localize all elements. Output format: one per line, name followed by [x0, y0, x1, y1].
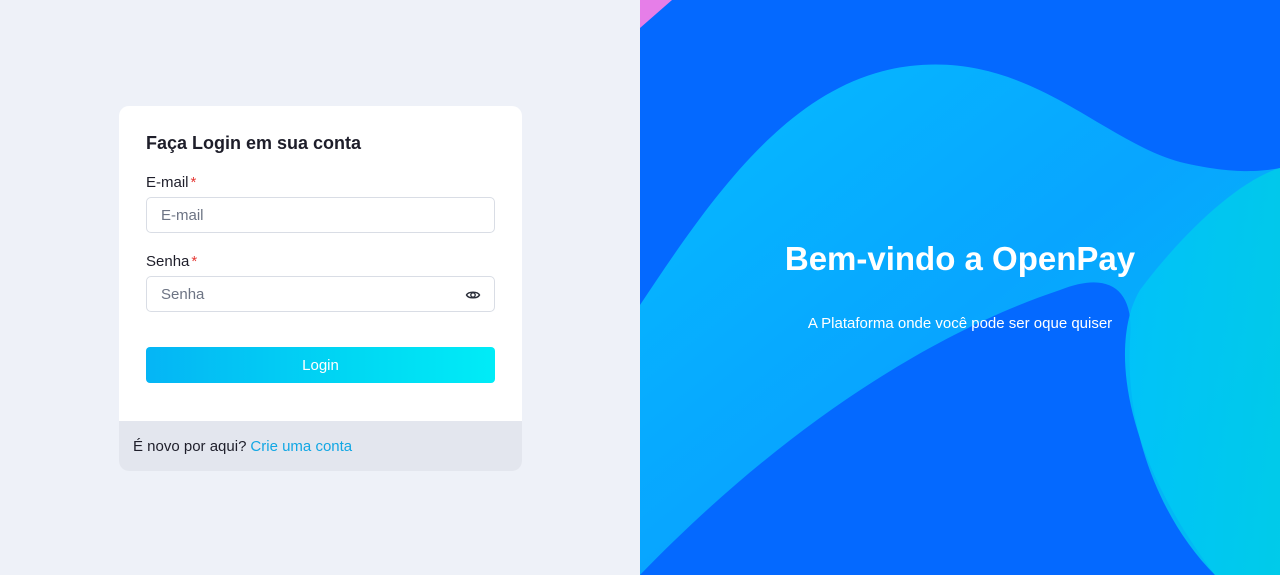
password-label-text: Senha [146, 253, 190, 270]
hero-subtitle: A Plataforma onde você pode ser oque qui… [807, 315, 1113, 332]
email-label: E-mail * [146, 174, 495, 191]
hero-title: Bem-vindo a OpenPay [784, 240, 1136, 277]
login-title: Faça Login em sua conta [146, 133, 362, 153]
signup-prompt: É novo por aqui? [133, 437, 247, 455]
email-input[interactable] [147, 198, 494, 232]
signup-footer: É novo por aqui? Crie uma conta [119, 421, 522, 471]
password-input[interactable] [147, 277, 494, 311]
create-account-link[interactable]: Crie uma conta [250, 438, 352, 455]
email-label-text: E-mail [146, 174, 189, 191]
password-label: Senha * [146, 253, 495, 270]
login-card: Faça Login em sua conta E-mail* Senha* [119, 106, 522, 471]
hero-background-shape [640, 0, 1280, 575]
password-required-mark: * [191, 253, 198, 270]
email-field-wrapper [146, 197, 495, 233]
password-field-wrapper [146, 276, 495, 312]
email-required-mark: * [190, 174, 197, 191]
login-button[interactable]: Login [146, 347, 495, 383]
login-panel: Faça Login em sua conta E-mail* Senha* [0, 0, 640, 575]
login-card-body: Faça Login em sua conta E-mail* Senha* [119, 106, 522, 421]
hero-panel: Bem-vindo a OpenPay A Plataforma onde vo… [640, 0, 1280, 575]
eye-icon[interactable] [465, 287, 481, 303]
